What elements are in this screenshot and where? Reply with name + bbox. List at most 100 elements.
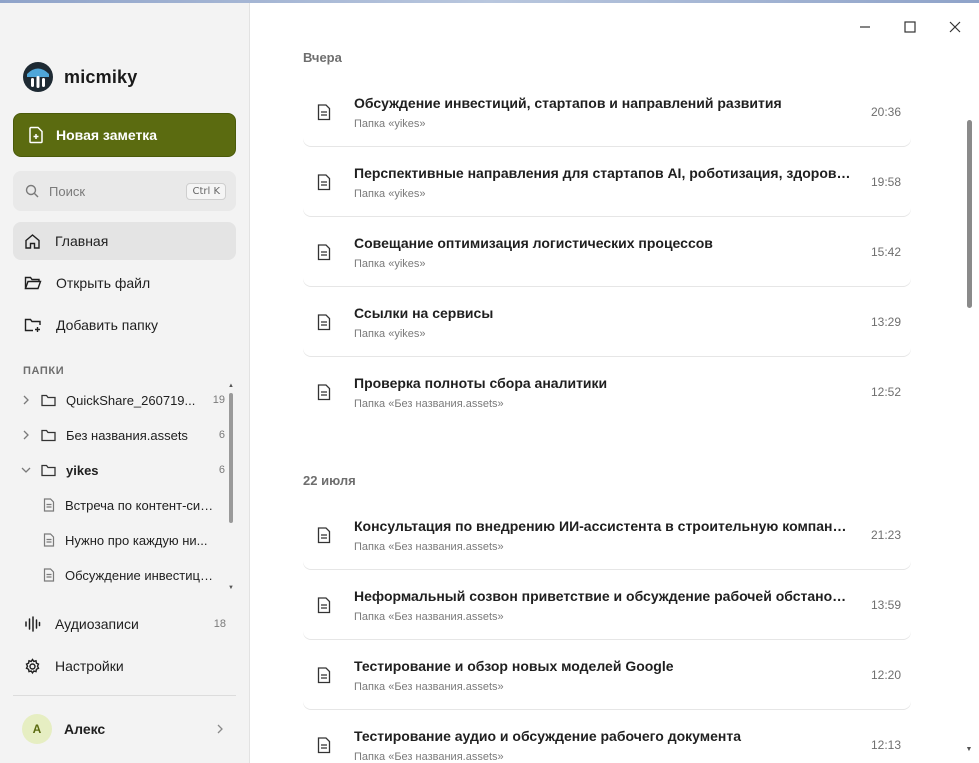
app-name: micmiky <box>64 66 138 87</box>
scroll-down-arrow-icon[interactable]: ▼ <box>965 746 973 754</box>
folder-tree: QuickShare_260719... 19 Без названия.ass… <box>13 383 229 593</box>
note-title: Обсуждение инвестиций, стартапов и напра… <box>354 94 782 111</box>
document-icon <box>43 533 55 547</box>
nav-item-label: Открыть файл <box>56 275 151 291</box>
note-item[interactable]: Ссылки на сервисы Папка «yikes» 13:29 <box>303 288 911 356</box>
file-name: Обсуждение инвестици... <box>65 567 219 583</box>
note-time: 15:42 <box>870 245 901 259</box>
note-folder: Папка «yikes» <box>354 327 426 340</box>
nav-item-label: Аудиозаписи <box>55 616 139 632</box>
group-title: 22 июля <box>303 473 356 488</box>
folder-file-item[interactable]: Нужно про каждую ни... <box>13 525 225 555</box>
chevron-right-icon <box>216 724 224 734</box>
logo-icon <box>23 62 53 92</box>
note-title: Перспективные направления для стартапов … <box>354 164 865 181</box>
brand: micmiky <box>22 61 137 93</box>
nav-item-label: Главная <box>55 233 109 249</box>
folder-file-item[interactable]: Обсуждение инвестици... <box>13 560 225 590</box>
chevron-right-icon[interactable] <box>19 430 33 440</box>
file-name: Встреча по контент-сис... <box>65 497 218 513</box>
scrollbar-thumb[interactable] <box>229 393 233 523</box>
notes-list: Вчера Обсуждение инвестиций, стартапов и… <box>251 3 979 763</box>
folder-count: 6 <box>218 464 225 476</box>
note-item[interactable]: Перспективные направления для стартапов … <box>303 148 911 216</box>
note-time: 13:29 <box>870 315 901 329</box>
note-add-icon <box>29 126 43 144</box>
note-title: Совещание оптимизация логистических проц… <box>354 234 713 251</box>
folder-item[interactable]: yikes 6 <box>13 455 225 485</box>
folder-icon <box>41 429 56 442</box>
nav-item-audio[interactable]: Аудиозаписи 18 <box>13 605 236 643</box>
note-item[interactable]: Консультация по внедрению ИИ-ассистента … <box>303 501 911 569</box>
nav-item-label: Добавить папку <box>56 317 158 333</box>
folders-section-label: ПАПКИ <box>23 365 65 377</box>
document-icon <box>315 596 333 614</box>
group-title: Вчера <box>303 50 342 65</box>
note-time: 12:52 <box>870 385 901 399</box>
gear-icon <box>25 657 40 674</box>
folder-add-icon <box>24 318 41 332</box>
folder-icon <box>41 464 56 477</box>
document-icon <box>315 666 333 684</box>
new-note-button[interactable]: Новая заметка <box>13 113 236 157</box>
note-time: 13:59 <box>870 598 901 612</box>
nav-item-settings[interactable]: Настройки <box>13 647 236 685</box>
chevron-down-icon[interactable] <box>19 466 33 474</box>
note-item[interactable]: Тестирование аудио и обсуждение рабочего… <box>303 711 911 763</box>
note-folder: Папка «yikes» <box>354 257 426 270</box>
document-icon <box>315 103 333 121</box>
sidebar-divider <box>13 695 236 696</box>
note-folder: Папка «Без названия.assets» <box>354 680 504 693</box>
folder-name: QuickShare_260719... <box>66 392 196 408</box>
search-icon <box>25 184 39 198</box>
new-note-label: Новая заметка <box>56 127 158 143</box>
nav-item-add-folder[interactable]: Добавить папку <box>13 306 236 344</box>
note-folder: Папка «yikes» <box>354 187 426 200</box>
scroll-down-arrow-icon[interactable]: ▼ <box>228 585 234 591</box>
document-icon <box>315 526 333 544</box>
chevron-right-icon[interactable] <box>19 395 33 405</box>
note-time: 20:36 <box>870 105 901 119</box>
note-title: Консультация по внедрению ИИ-ассистента … <box>354 517 854 534</box>
audio-wave-icon <box>25 616 41 632</box>
note-time: 19:58 <box>870 175 901 189</box>
note-title: Тестирование и обзор новых моделей Googl… <box>354 657 674 674</box>
note-title: Неформальный созвон приветствие и обсужд… <box>354 587 857 604</box>
nav-item-home[interactable]: Главная <box>13 222 236 260</box>
user-profile-button[interactable]: А Алекс <box>13 709 236 749</box>
user-name: Алекс <box>64 721 106 737</box>
folder-open-icon <box>24 276 42 290</box>
folder-item[interactable]: Без названия.assets 6 <box>13 420 225 450</box>
note-item[interactable]: Обсуждение инвестиций, стартапов и напра… <box>303 78 911 146</box>
main-scrollbar[interactable]: ▼ <box>963 40 973 760</box>
nav-item-open-file[interactable]: Открыть файл <box>13 264 236 302</box>
note-item[interactable]: Совещание оптимизация логистических проц… <box>303 218 911 286</box>
scroll-up-arrow-icon[interactable]: ▲ <box>228 383 234 389</box>
document-icon <box>43 568 55 582</box>
note-item[interactable]: Неформальный созвон приветствие и обсужд… <box>303 571 911 639</box>
search-input[interactable]: Поиск Ctrl K <box>13 171 236 211</box>
scrollbar-thumb[interactable] <box>967 120 972 308</box>
note-title: Проверка полноты сбора аналитики <box>354 374 608 391</box>
folder-count: 19 <box>212 394 225 406</box>
sidebar: micmiky Новая заметка Поиск Ctrl K Главн… <box>0 3 250 763</box>
note-item[interactable]: Тестирование и обзор новых моделей Googl… <box>303 641 911 709</box>
document-icon <box>315 173 333 191</box>
avatar: А <box>22 714 52 744</box>
document-icon <box>315 383 333 401</box>
search-shortcut-badge: Ctrl K <box>186 182 226 200</box>
sidebar-scrollbar[interactable]: ▲ ▼ <box>228 383 234 593</box>
file-name: Нужно про каждую ни... <box>65 532 208 548</box>
folder-icon <box>41 394 56 407</box>
note-item[interactable]: Проверка полноты сбора аналитики Папка «… <box>303 358 911 426</box>
note-folder: Папка «Без названия.assets» <box>354 750 504 763</box>
home-icon <box>25 233 40 249</box>
folder-file-item[interactable]: Встреча по контент-сис... <box>13 490 225 520</box>
note-time: 21:23 <box>870 528 901 542</box>
search-placeholder: Поиск <box>49 183 86 199</box>
document-icon <box>315 313 333 331</box>
document-icon <box>315 736 333 754</box>
note-folder: Папка «yikes» <box>354 117 426 130</box>
document-icon <box>315 243 333 261</box>
folder-item[interactable]: QuickShare_260719... 19 <box>13 385 225 415</box>
